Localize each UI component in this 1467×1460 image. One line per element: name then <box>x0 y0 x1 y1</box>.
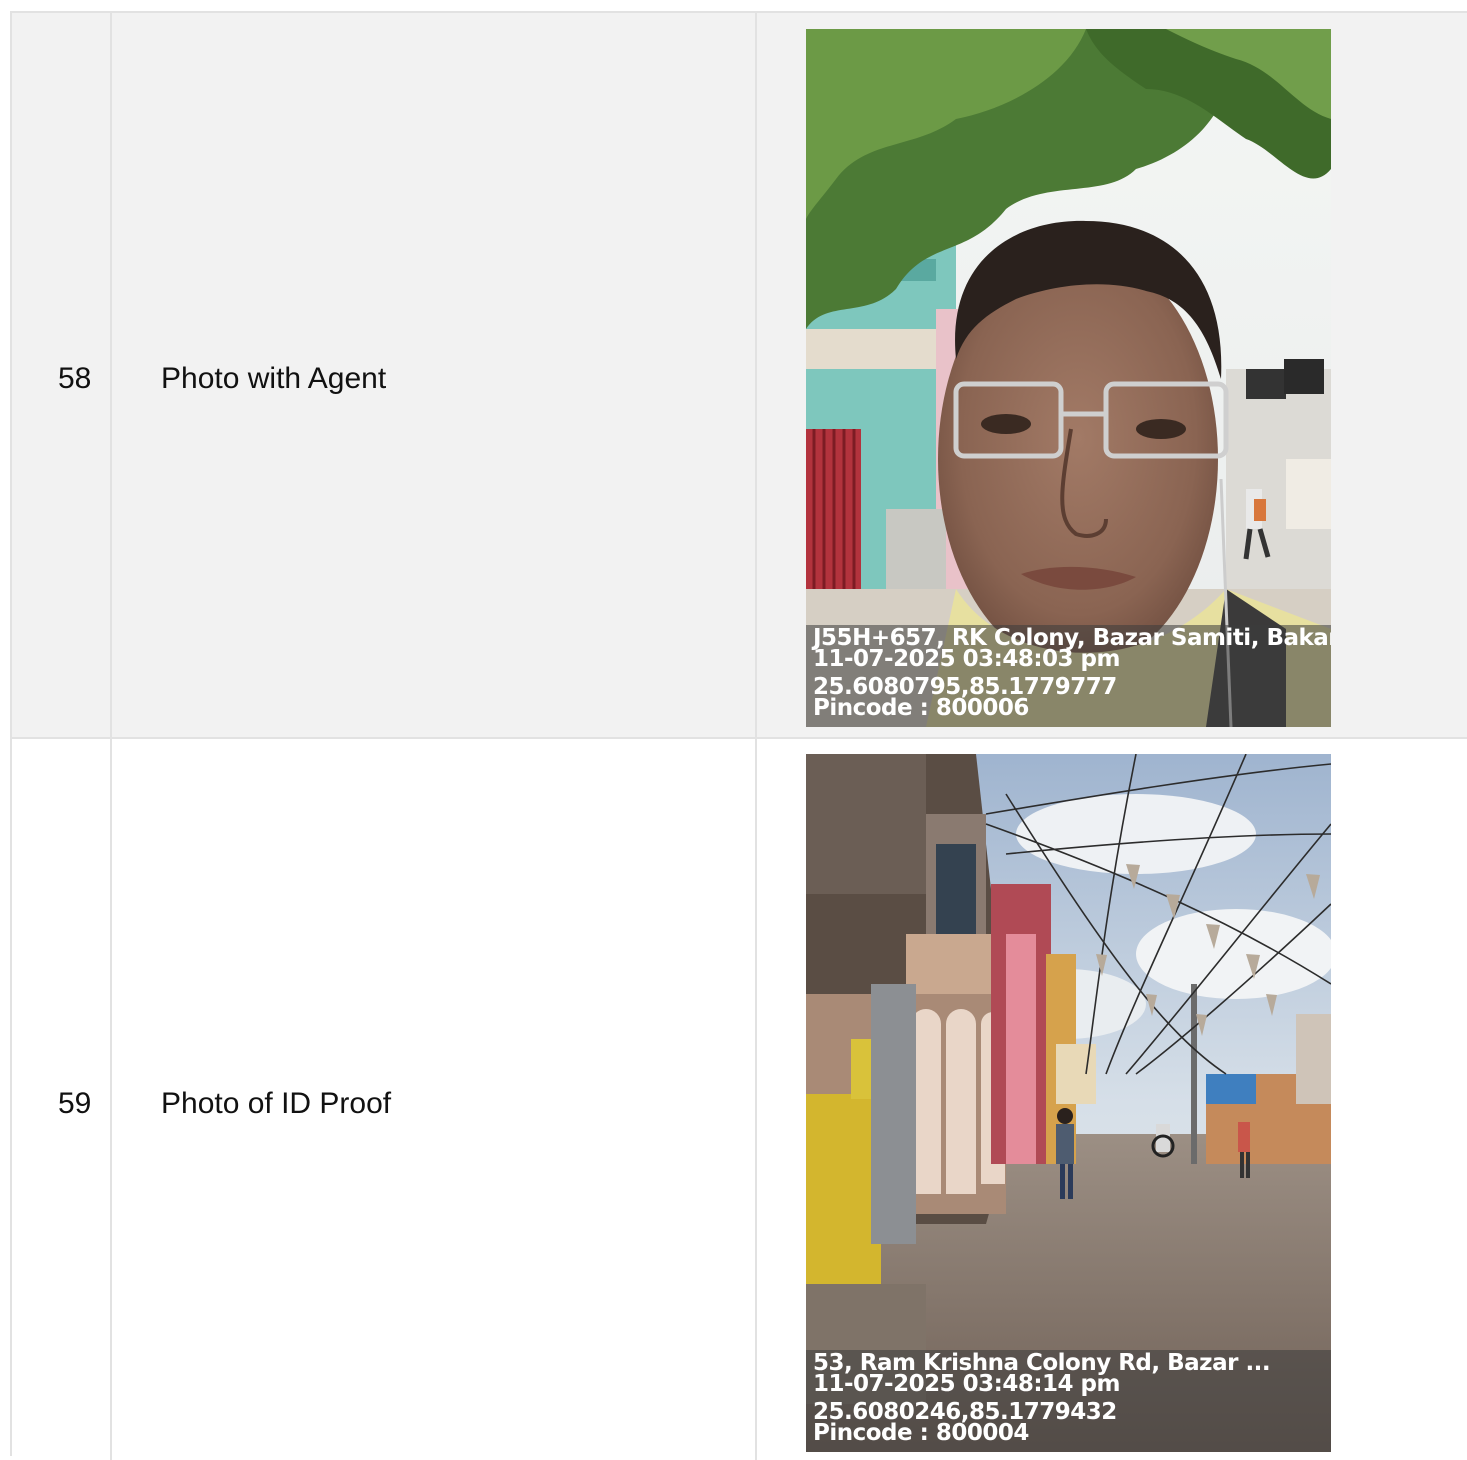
caption-pincode: Pincode : 800006 <box>813 695 1029 721</box>
id-proof-photo[interactable]: 53, Ram Krishna Colony Rd, Bazar ... 11-… <box>806 754 1331 1452</box>
row-label-cell: Photo of ID Proof <box>112 739 757 1460</box>
row-photo-cell: J55H+657, RK Colony, Bazar Samiti, Bakar… <box>757 13 1467 737</box>
caption-pincode: Pincode : 800004 <box>813 1420 1029 1446</box>
row-number-cell: 58 <box>12 13 112 737</box>
row-label: Photo of ID Proof <box>161 1087 392 1120</box>
agent-photo[interactable]: J55H+657, RK Colony, Bazar Samiti, Bakar… <box>806 29 1331 727</box>
row-label: Photo with Agent <box>161 362 387 395</box>
table-row: 58 Photo with Agent J55H+657, RK Colony,… <box>12 13 1467 739</box>
caption-datetime: 11-07-2025 03:48:03 pm <box>813 646 1120 672</box>
row-photo-cell: 53, Ram Krishna Colony Rd, Bazar ... 11-… <box>757 739 1467 1460</box>
row-number: 58 <box>58 362 92 395</box>
table-row: 59 Photo of ID Proof 53, Ram Krishna Col… <box>12 739 1467 1460</box>
photo-caption-overlay: J55H+657, RK Colony, Bazar Samiti, Bakar… <box>806 625 1331 727</box>
row-number-cell: 59 <box>12 739 112 1460</box>
photo-caption-overlay: 53, Ram Krishna Colony Rd, Bazar ... 11-… <box>806 1350 1331 1452</box>
photo-table: 58 Photo with Agent J55H+657, RK Colony,… <box>10 11 1467 1460</box>
row-number: 59 <box>58 1087 92 1120</box>
row-label-cell: Photo with Agent <box>112 13 757 737</box>
id-proof-photo-image <box>806 754 1331 1452</box>
caption-datetime: 11-07-2025 03:48:14 pm <box>813 1371 1120 1397</box>
agent-photo-image <box>806 29 1331 727</box>
